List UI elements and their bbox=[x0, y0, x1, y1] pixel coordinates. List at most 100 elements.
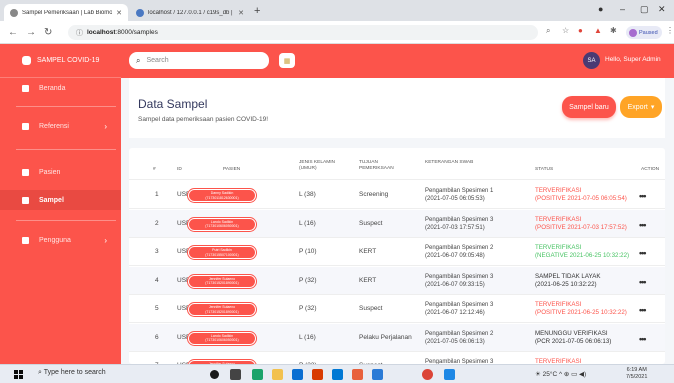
tab-sampel[interactable]: Sampel Pemeriksaan | Lab Biomo ✕ bbox=[4, 4, 128, 21]
export-button[interactable]: Export ▾ bbox=[620, 96, 662, 118]
tab-phpmyadmin[interactable]: localhost / 127.0.0.1 / c19s_db | ✕ bbox=[130, 4, 250, 21]
lock-extension-icon[interactable]: ▲ bbox=[594, 26, 602, 35]
main-content: Data Sampel Sampel data pemeriksaan pasi… bbox=[121, 78, 674, 364]
sidebar-item-label: Pasien bbox=[39, 168, 61, 176]
tray-icons: ^ ⊕ ▭ ◀) bbox=[557, 371, 587, 378]
swab-time: (2021-06-07 09:05:48) bbox=[425, 253, 485, 259]
puzzle-icon[interactable]: ✱ bbox=[610, 26, 617, 35]
xampp-icon[interactable] bbox=[352, 369, 363, 380]
page-title: Data Sampel bbox=[138, 97, 208, 111]
close-tab-icon[interactable]: ✕ bbox=[238, 9, 244, 17]
sidebar-brand[interactable]: SAMPEL COVID-19 bbox=[0, 44, 121, 78]
patient-badge[interactable]: Danny Sadikin (7173011812630001) bbox=[189, 190, 255, 201]
row-action-menu-icon[interactable]: ••• bbox=[639, 277, 647, 287]
extension-icon[interactable]: ● bbox=[578, 26, 583, 35]
url-host: localhost bbox=[87, 29, 116, 36]
url-field[interactable]: ⓘ localhost:8000/samples bbox=[68, 25, 538, 40]
row-number: 3 bbox=[155, 248, 159, 255]
info-icon[interactable]: ⓘ bbox=[76, 28, 83, 38]
book-icon bbox=[22, 122, 29, 130]
grid-menu-button[interactable]: ▦ bbox=[279, 53, 295, 68]
virus-icon bbox=[22, 56, 31, 65]
sidebar-item-pengguna[interactable]: Pengguna › bbox=[0, 230, 121, 250]
tab-title: Sampel Pemeriksaan | Lab Biomo bbox=[22, 9, 113, 16]
profile-icon bbox=[629, 28, 637, 37]
row-action-menu-icon[interactable]: ••• bbox=[639, 191, 647, 201]
mail-icon[interactable] bbox=[332, 369, 343, 380]
patient-badge[interactable]: Putri Sadikin (7173015507100001) bbox=[189, 247, 255, 258]
browser-menu-icon[interactable]: ⋮ bbox=[666, 26, 674, 35]
vscode-icon[interactable] bbox=[372, 369, 383, 380]
sidebar-item-label: Referensi bbox=[39, 122, 69, 130]
search-placeholder: Search bbox=[146, 57, 169, 64]
store-icon[interactable] bbox=[292, 369, 303, 380]
profile-paused-button[interactable]: Paused bbox=[626, 26, 662, 39]
chevron-down-icon: ▾ bbox=[650, 104, 655, 111]
swab-specimen: Pengambilan Spesimen 3 bbox=[425, 302, 494, 308]
close-window-button[interactable]: ✕ bbox=[658, 4, 666, 15]
sidebar-item-referensi[interactable]: Referensi › bbox=[0, 116, 121, 136]
patient-badge[interactable]: Jennifer Sulaeno (7173015201890001) bbox=[189, 304, 255, 315]
user-greeting[interactable]: Hello, Super Admin bbox=[605, 56, 661, 63]
task-view-icon[interactable] bbox=[230, 369, 241, 380]
minimize-button[interactable]: – bbox=[620, 4, 625, 14]
gender-age: P (10) bbox=[299, 248, 317, 255]
tab-search-icon[interactable]: ● bbox=[598, 4, 603, 14]
sidebar-item-sampel[interactable]: Sampel bbox=[0, 190, 121, 210]
office-icon[interactable] bbox=[312, 369, 323, 380]
table-header: # ID PASIEN JENIS KELAMIN (UMUR) TUJUAN … bbox=[129, 158, 665, 180]
reload-icon[interactable]: ↻ bbox=[44, 27, 52, 38]
search-input[interactable]: ⌕ Search bbox=[129, 52, 269, 69]
patient-badge[interactable]: Jennifer Sulaeno (7173015201890001) bbox=[189, 275, 255, 287]
cortana-icon[interactable] bbox=[210, 370, 219, 379]
brand-label: SAMPEL COVID-19 bbox=[37, 57, 100, 64]
forward-icon[interactable]: → bbox=[26, 27, 36, 38]
status-label: MENUNGGU VERIFIKASI bbox=[535, 329, 608, 337]
bookmark-star-icon[interactable]: ☆ bbox=[562, 26, 569, 35]
terminal-icon[interactable] bbox=[444, 369, 455, 380]
new-tab-button[interactable]: + bbox=[254, 5, 260, 17]
file-explorer-icon[interactable] bbox=[272, 369, 283, 380]
row-action-menu-icon[interactable]: ••• bbox=[639, 305, 647, 315]
site-favicon-icon bbox=[136, 8, 144, 17]
maximize-button[interactable]: ▢ bbox=[640, 4, 649, 15]
system-tray[interactable]: ☀ 25°C ^ ⊕ ▭ ◀) bbox=[535, 370, 586, 378]
row-number: 5 bbox=[155, 305, 159, 312]
sidebar-item-label: Sampel bbox=[39, 196, 64, 204]
row-action-menu-icon[interactable]: ••• bbox=[639, 248, 647, 258]
exam-purpose: Pelaku Perjalanan bbox=[359, 333, 412, 341]
row-action-menu-icon[interactable]: ••• bbox=[639, 220, 647, 230]
chrome-icon[interactable] bbox=[422, 369, 433, 380]
row-action-menu-icon[interactable]: ••• bbox=[639, 334, 647, 344]
swab-specimen: Pengambilan Spesimen 2 bbox=[425, 330, 494, 337]
taskbar-clock[interactable]: 6:19 AM 7/5/2021 bbox=[626, 367, 647, 381]
gender-age: L (16) bbox=[299, 219, 316, 227]
divider bbox=[16, 106, 116, 107]
patient-badge[interactable]: Lando Sadikin (7173010606050001) bbox=[189, 332, 255, 344]
status-label: SAMPEL TIDAK LAYAK bbox=[535, 272, 601, 280]
new-sample-button[interactable]: Sampel baru bbox=[562, 96, 616, 118]
edge-icon[interactable] bbox=[252, 369, 263, 380]
patient-nik: (7173010606050001) bbox=[205, 338, 239, 342]
sidebar-item-beranda[interactable]: Beranda bbox=[0, 78, 121, 98]
gender-age: L (16) bbox=[299, 333, 316, 341]
site-favicon-icon bbox=[10, 8, 18, 17]
zoom-icon[interactable]: ⌕ bbox=[546, 26, 550, 36]
exam-purpose: Suspect bbox=[359, 219, 383, 227]
sidebar-item-pasien[interactable]: Pasien bbox=[0, 162, 121, 182]
patient-nik: (7173015507100001) bbox=[205, 252, 239, 257]
section-header: Data Sampel Sampel data pemeriksaan pasi… bbox=[129, 78, 665, 138]
windows-start-icon[interactable] bbox=[14, 370, 23, 379]
row-number: 4 bbox=[155, 276, 159, 284]
paused-label: Paused bbox=[639, 29, 658, 36]
patient-badge[interactable]: Lando Sadikin (7173010606050001) bbox=[189, 218, 255, 230]
patient-nik: (7173010606050001) bbox=[205, 224, 239, 228]
back-icon[interactable]: ← bbox=[8, 27, 18, 38]
taskbar-search[interactable]: ⌕ Type here to search bbox=[38, 369, 106, 377]
status-detail: (NEGATIVE 2021-06-25 10:32:22) bbox=[535, 252, 630, 259]
swab-time: (2021-07-05 06:05:53) bbox=[425, 196, 485, 202]
avatar[interactable]: SA bbox=[583, 52, 600, 69]
page-subtitle: Sampel data pemeriksaan pasien COVID-19! bbox=[138, 116, 269, 123]
col-header-pasien: PASIEN bbox=[223, 167, 241, 172]
close-tab-icon[interactable]: ✕ bbox=[116, 9, 122, 17]
